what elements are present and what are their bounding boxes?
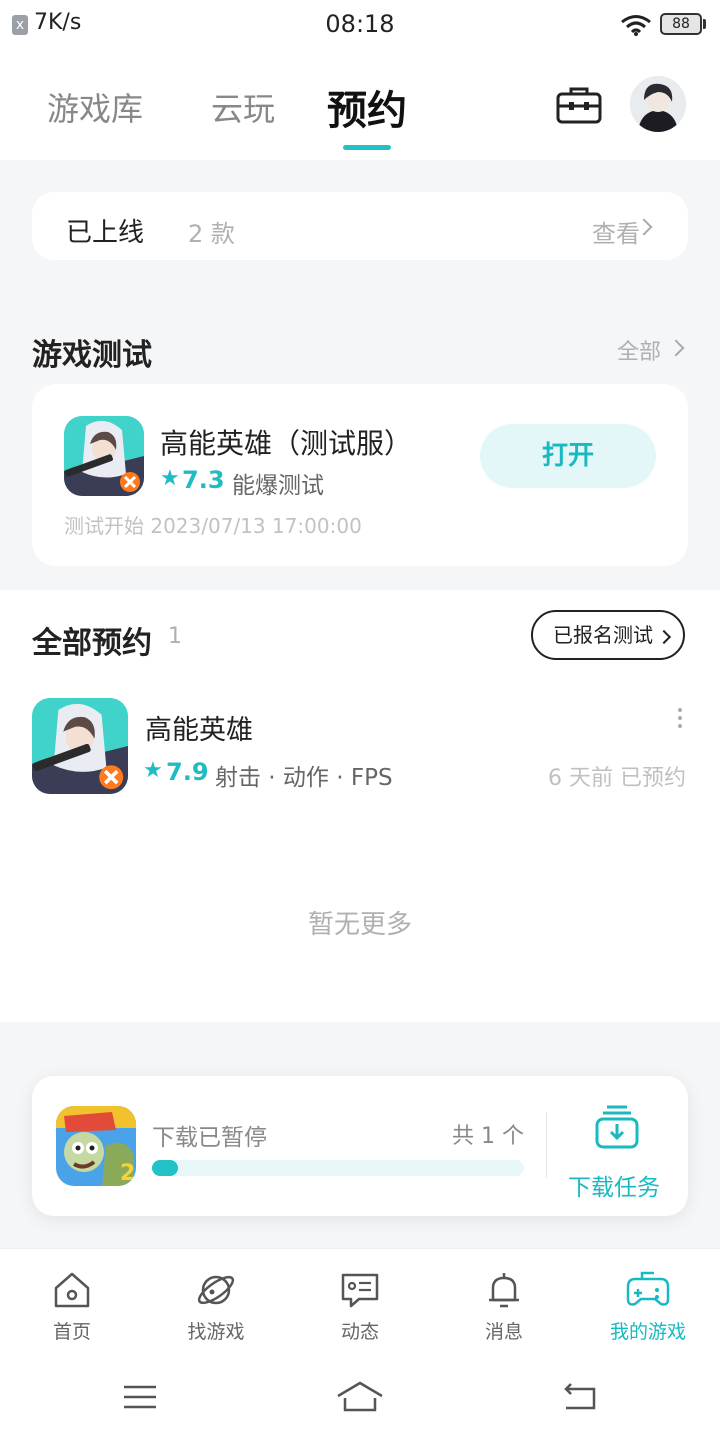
home-gesture-icon[interactable]	[336, 1380, 384, 1414]
battery-tip	[703, 19, 706, 29]
nav-my-games-label: 我的游戏	[609, 1321, 686, 1343]
back-icon[interactable]	[562, 1382, 598, 1412]
gamepad-icon	[626, 1271, 670, 1306]
download-progress-fill	[152, 1160, 178, 1176]
nav-home-label: 首页	[52, 1321, 91, 1343]
chevron-right-icon	[656, 629, 672, 645]
download-tray-icon[interactable]	[594, 1104, 640, 1150]
game-icon	[32, 698, 128, 794]
download-tasks-button[interactable]: 下载任务	[568, 1168, 660, 1202]
game-icon-art	[64, 416, 144, 496]
reservation-game-genres: 射击 · 动作 · FPS	[215, 765, 393, 791]
section-title-game-test: 游戏测试	[32, 338, 152, 373]
chevron-right-icon	[667, 339, 685, 357]
bottom-nav: 首页 找游戏 动态 消息 我的游戏	[0, 1248, 720, 1361]
download-tasks-label: 下载任务	[568, 1175, 660, 1201]
online-title: 已上线	[66, 218, 145, 248]
signed-up-tests-button[interactable]: 已报名测试	[531, 610, 685, 660]
avatar[interactable]	[630, 76, 686, 132]
online-count: 2 款	[188, 220, 235, 248]
chat-card-icon	[341, 1273, 379, 1308]
pvz-game-icon-art: 2	[56, 1106, 136, 1186]
download-total: 共 1 个	[452, 1124, 524, 1149]
divider	[546, 1112, 547, 1178]
test-game-name: 高能英雄（测试服）	[160, 427, 413, 460]
section-title-all-reservations: 全部预约	[32, 626, 152, 661]
active-tab-indicator	[343, 145, 391, 150]
status-bar: x 7K/s 08:18 88	[0, 0, 720, 52]
view-button[interactable]: 查看	[592, 214, 640, 249]
game-icon	[64, 416, 144, 496]
svg-text:2: 2	[120, 1161, 135, 1186]
test-game-rating: 7.3	[182, 466, 225, 494]
nav-find-games-label: 找游戏	[187, 1321, 245, 1343]
nav-home[interactable]: 首页	[0, 1249, 144, 1361]
all-tests-link[interactable]: 全部	[617, 334, 661, 366]
test-game-card[interactable]: 高能英雄（测试服） ★ 7.3 能爆测试 测试开始 2023/07/13 17:…	[32, 384, 688, 566]
top-tab-bar: 游戏库 云玩 预约	[0, 52, 720, 160]
download-progress-track	[152, 1160, 524, 1176]
clock: 08:18	[325, 10, 395, 38]
download-status-card[interactable]: 2 下载已暂停 共 1 个 下载任务	[32, 1076, 688, 1216]
star-icon: ★	[160, 466, 180, 491]
bell-icon	[489, 1273, 519, 1308]
tab-reservation[interactable]: 预约	[327, 78, 407, 136]
battery-icon: 88	[660, 13, 702, 35]
menu-icon[interactable]	[122, 1382, 158, 1412]
signed-up-tests-label: 已报名测试	[553, 623, 653, 647]
online-games-card[interactable]: 已上线 2 款 查看	[32, 192, 688, 260]
all-reservations-section: 全部预约 1 已报名测试 高能英雄 ★ 7.9 射击 · 动作 · FPS 6 …	[0, 590, 720, 1022]
nav-feed-label: 动态	[340, 1321, 379, 1343]
test-game-tag: 能爆测试	[232, 473, 324, 499]
all-tests-label: 全部	[617, 340, 662, 365]
wifi-icon	[621, 15, 651, 36]
test-start-date: 测试开始 2023/07/13 17:00:00	[64, 514, 362, 538]
tab-cloud-play[interactable]: 云玩	[211, 84, 275, 130]
view-label: 查看	[592, 220, 640, 248]
nav-find-games[interactable]: 找游戏	[144, 1249, 288, 1361]
reservation-count: 1	[168, 624, 182, 649]
nav-my-games[interactable]: 我的游戏	[576, 1249, 720, 1361]
star-icon: ★	[143, 758, 163, 783]
system-nav-bar	[0, 1360, 720, 1440]
home-icon	[54, 1272, 90, 1308]
nav-messages-label: 消息	[484, 1321, 523, 1343]
toolbox-icon[interactable]	[556, 86, 602, 126]
nav-messages[interactable]: 消息	[432, 1249, 576, 1361]
avatar-image	[630, 76, 686, 132]
download-status-text: 下载已暂停	[152, 1125, 267, 1151]
reservation-game-rating: 7.9	[166, 758, 209, 786]
open-button[interactable]: 打开	[480, 424, 656, 488]
tab-game-library[interactable]: 游戏库	[47, 84, 143, 130]
downloading-game-icon: 2	[56, 1106, 136, 1186]
no-more-text: 暂无更多	[307, 910, 412, 940]
planet-icon	[197, 1275, 235, 1305]
game-icon-art	[32, 698, 128, 794]
reservation-status: 6 天前 已预约	[548, 766, 686, 791]
nav-feed[interactable]: 动态	[288, 1249, 432, 1361]
more-options-icon[interactable]	[678, 708, 684, 732]
reservation-game-name: 高能英雄	[145, 715, 253, 746]
